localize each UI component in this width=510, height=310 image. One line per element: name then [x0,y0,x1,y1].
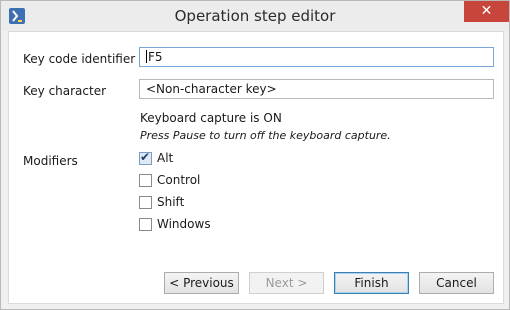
modifier-label: Alt [157,151,174,165]
key-code-value: F5 [148,50,163,64]
previous-button[interactable]: < Previous [164,272,239,294]
modifiers-label: Modifiers [23,154,78,168]
key-character-input[interactable]: <Non-character key> [139,79,494,99]
checkbox-box[interactable] [139,218,152,231]
checkmark-icon: ✔ [140,150,151,164]
cancel-button[interactable]: Cancel [419,272,494,294]
key-character-value: <Non-character key> [146,82,277,96]
finish-button[interactable]: Finish [334,272,409,294]
checkbox-box[interactable]: ✔ [139,150,152,165]
dialog-window: Operation step editor ✕ Key code identif… [0,0,510,310]
close-button[interactable]: ✕ [464,1,509,22]
key-code-input[interactable]: F5 [139,47,494,67]
key-code-label: Key code identifier [23,52,136,66]
modifier-label: Shift [157,195,185,209]
modifier-label: Windows [157,217,211,231]
next-button[interactable]: Next > [249,272,324,294]
checkbox-box[interactable] [139,196,152,209]
title-bar[interactable]: Operation step editor ✕ [1,1,509,31]
capture-status-text: Keyboard capture is ON [140,111,282,125]
dialog-content: Key code identifier F5 Key character <No… [8,31,504,304]
capture-hint-text: Press Pause to turn off the keyboard cap… [140,129,391,142]
checkbox-box[interactable] [139,174,152,187]
key-character-label: Key character [23,84,107,98]
window-title: Operation step editor [174,7,336,25]
close-icon: ✕ [480,3,493,19]
text-caret [146,50,147,63]
modifier-label: Control [157,173,201,187]
